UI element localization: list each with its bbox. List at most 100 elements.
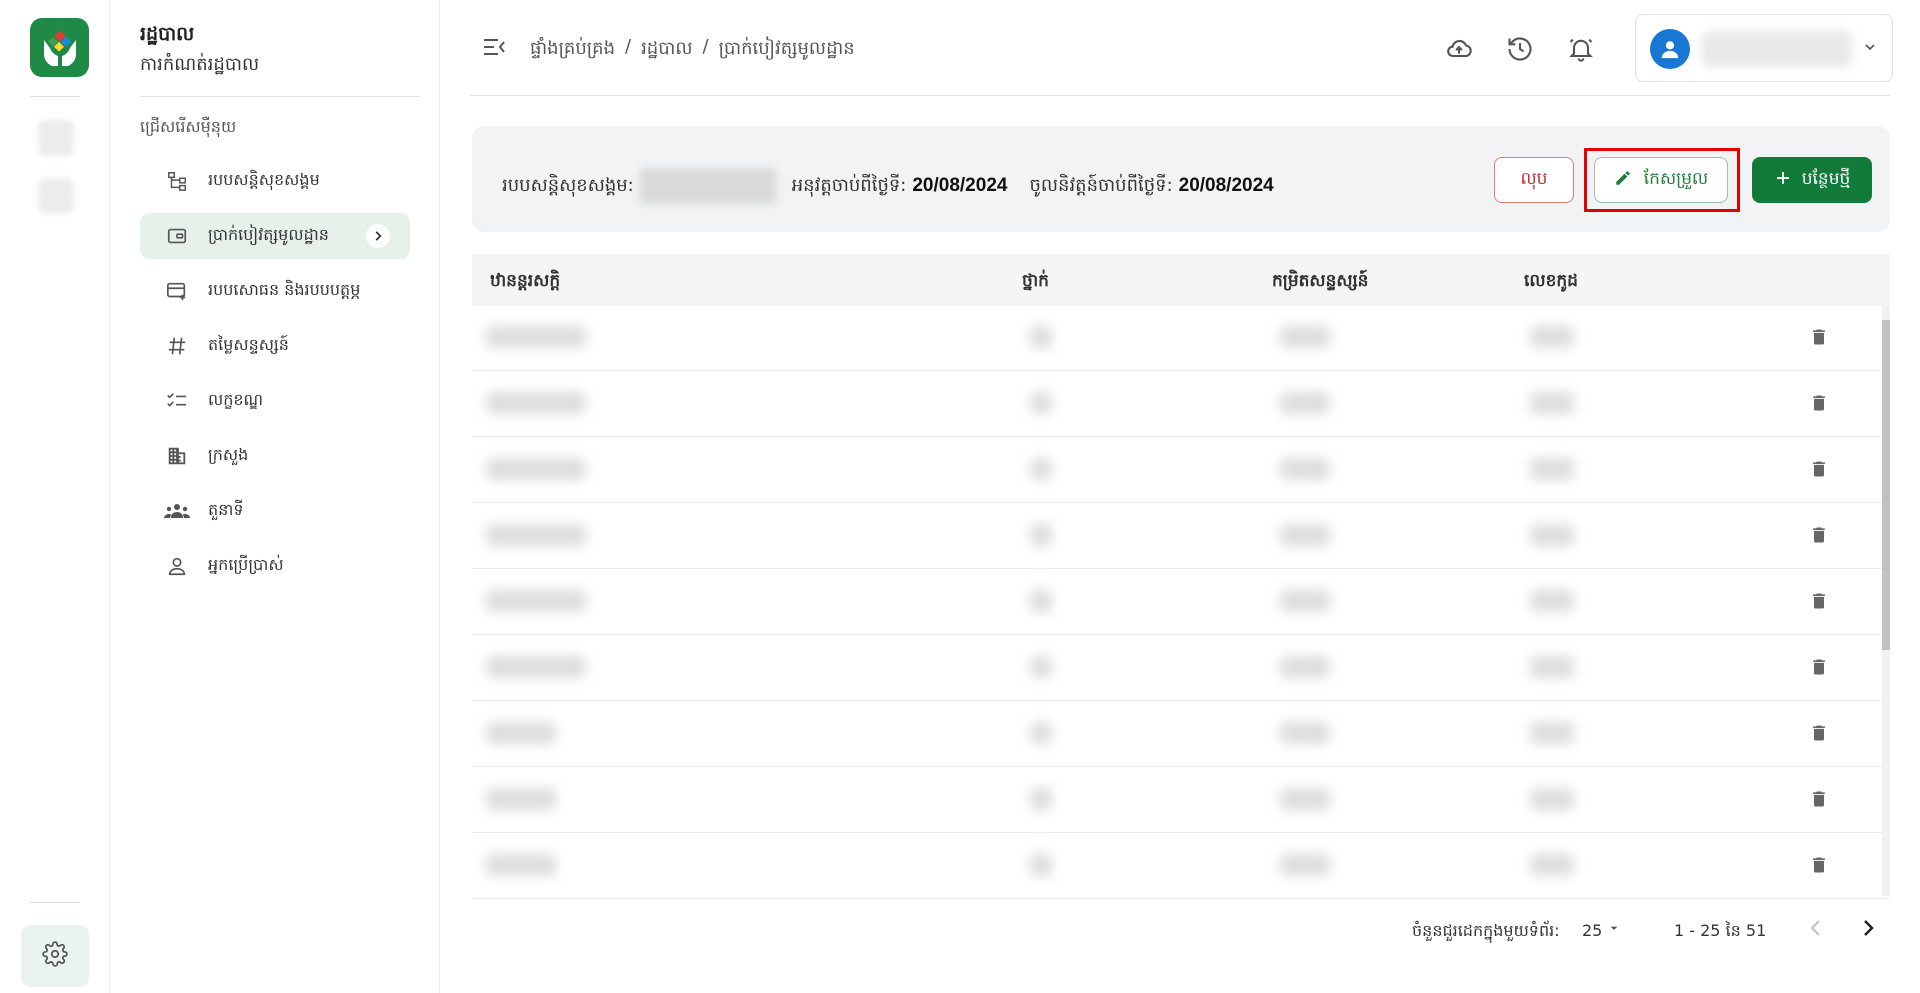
history-icon[interactable] [1503,32,1537,66]
sidebar-title: រដ្ឋបាល [140,23,195,45]
trash-icon[interactable] [1809,854,1829,880]
sidebar-item-label: របបសោធន និងរបបបត្តម្ភ [208,280,361,299]
trash-icon[interactable] [1809,656,1829,682]
user-menu[interactable] [1635,14,1893,82]
table-cell [1030,788,1052,810]
table-cell [486,590,586,612]
table-cell [1280,722,1330,744]
sidebar-subtitle: ការកំណត់រដ្ឋបាល [140,54,260,75]
table-row[interactable] [472,438,1890,503]
table-cell [486,854,556,876]
table-cell [1530,458,1574,480]
table-cell [486,788,556,810]
breadcrumb-dashboard[interactable]: ផ្ទាំងគ្រប់គ្រង [530,36,615,63]
row-divider [472,634,1890,635]
column-header-code: លេខកូដ [1524,271,1578,291]
avatar [1650,29,1690,69]
row-divider [472,568,1890,569]
retirement-date: 20/08/2024 [1178,175,1274,196]
sidebar-item-users[interactable]: អ្នកប្រើប្រាស់ [140,543,410,589]
menu-collapse-icon[interactable] [482,36,508,62]
rows-per-page-value: 25 [1582,920,1603,940]
trash-icon[interactable] [1809,590,1829,616]
table-row[interactable] [472,636,1890,701]
hands-care-logo[interactable] [30,18,89,77]
sidebar-item-conditions[interactable]: លក្ខខណ្ឌ [140,378,410,424]
rail-divider [30,902,80,903]
trash-icon[interactable] [1809,524,1829,550]
person-icon [160,555,194,577]
trash-icon[interactable] [1809,326,1829,352]
trash-icon[interactable] [1809,392,1829,418]
breadcrumb-admin[interactable]: រដ្ឋបាល [641,36,692,63]
table-cell [1530,524,1574,546]
table-row[interactable] [472,768,1890,833]
table-cell [1280,788,1330,810]
hierarchy-icon [160,170,194,192]
next-page-icon[interactable] [1856,914,1880,946]
plus-icon [1774,169,1792,192]
sidebar-item-ministry[interactable]: ក្រសួង [140,433,410,479]
salary-info-text: របបសន្តិសុខសង្គម: អនុវត្តចាប់ពីថ្ងៃទី: 2… [502,168,1296,204]
salary-info-card: របបសន្តិសុខសង្គម: អនុវត្តចាប់ពីថ្ងៃទី: 2… [472,126,1890,232]
sidebar-item-social-security[interactable]: របបសន្តិសុខសង្គម [140,158,410,204]
sidebar-item-label: តួនាទី [208,500,244,519]
column-header-rank: ឋានន្តរសក្តិ [490,271,561,291]
rows-per-page-select[interactable]: 25 [1582,920,1622,940]
edit-button[interactable]: កែសម្រួល [1594,157,1728,203]
scheme-value [639,168,776,204]
gear-icon [42,941,68,971]
effective-label: អនុវត្តចាប់ពីថ្ងៃទី: [791,174,907,196]
table-cell [1280,458,1330,480]
table-cell [1280,524,1330,546]
salary-table: ឋានន្តរសក្តិ ថ្នាក់ កម្រិតសន្ទស្សន៍ លេខក… [472,254,1890,964]
table-cell [1030,722,1052,744]
table-row[interactable] [472,306,1890,371]
trash-icon[interactable] [1809,788,1829,814]
building-icon [160,445,194,467]
table-cell [1030,392,1052,414]
previous-page-icon[interactable] [1804,914,1828,946]
breadcrumb-current: ប្រាក់បៀវត្សមូលដ្ឋាន [718,38,855,59]
table-row[interactable] [472,504,1890,569]
table-cell [1280,392,1330,414]
bell-icon[interactable] [1564,32,1598,66]
sidebar: រដ្ឋបាល ការកំណត់រដ្ឋបាល ជ្រើសរើសម៉ឺនុយ រ… [110,0,440,993]
sidebar-item-index-value[interactable]: តម្លៃសន្ទស្សន៍ [140,323,410,369]
sidebar-item-label: លក្ខខណ្ឌ [208,390,264,409]
trash-icon[interactable] [1809,458,1829,484]
caret-down-icon [1606,920,1622,940]
table-cell [1280,590,1330,612]
breadcrumb-separator: / [625,36,632,57]
app-rail [0,0,110,993]
table-scrollbar-thumb[interactable] [1882,320,1890,650]
column-header-index-level: កម្រិតសន្ទស្សន៍ [1272,271,1369,291]
table-cell [1030,656,1052,678]
chevron-down-icon [1862,39,1878,59]
rail-app-icon[interactable] [38,178,74,214]
table-row[interactable] [472,372,1890,437]
sidebar-item-base-salary[interactable]: ប្រាក់បៀវត្សមូលដ្ឋាន [140,213,410,259]
settings-button[interactable] [21,925,89,987]
table-cell [1530,788,1574,810]
table-row[interactable] [472,570,1890,635]
add-new-button[interactable]: បន្ថែមថ្មី [1752,157,1872,203]
sidebar-item-roles[interactable]: តួនាទី [140,488,410,534]
trash-icon[interactable] [1809,722,1829,748]
table-cell [486,656,586,678]
table-row[interactable] [472,834,1890,899]
sidebar-item-label: អ្នកប្រើប្រាស់ [208,555,284,574]
delete-button[interactable]: លុប [1494,157,1574,203]
pencil-icon [1614,169,1632,192]
breadcrumb: ផ្ទាំងគ្រប់គ្រង / រដ្ឋបាល / ប្រាក់បៀវត្ស… [530,36,855,63]
table-row[interactable] [472,702,1890,767]
sidebar-choose-label: ជ្រើសរើសម៉ឺនុយ [140,117,237,136]
table-cell [1030,854,1052,876]
sidebar-item-pension[interactable]: របបសោធន និងរបបបត្តម្ភ [140,268,410,314]
table-cell [1280,656,1330,678]
sidebar-item-label: របបសន្តិសុខសង្គម [208,170,320,189]
cloud-upload-icon[interactable] [1442,32,1476,66]
rail-app-icon[interactable] [38,120,74,156]
edit-button-label: កែសម្រួល [1643,168,1709,189]
table-cell [1030,524,1052,546]
